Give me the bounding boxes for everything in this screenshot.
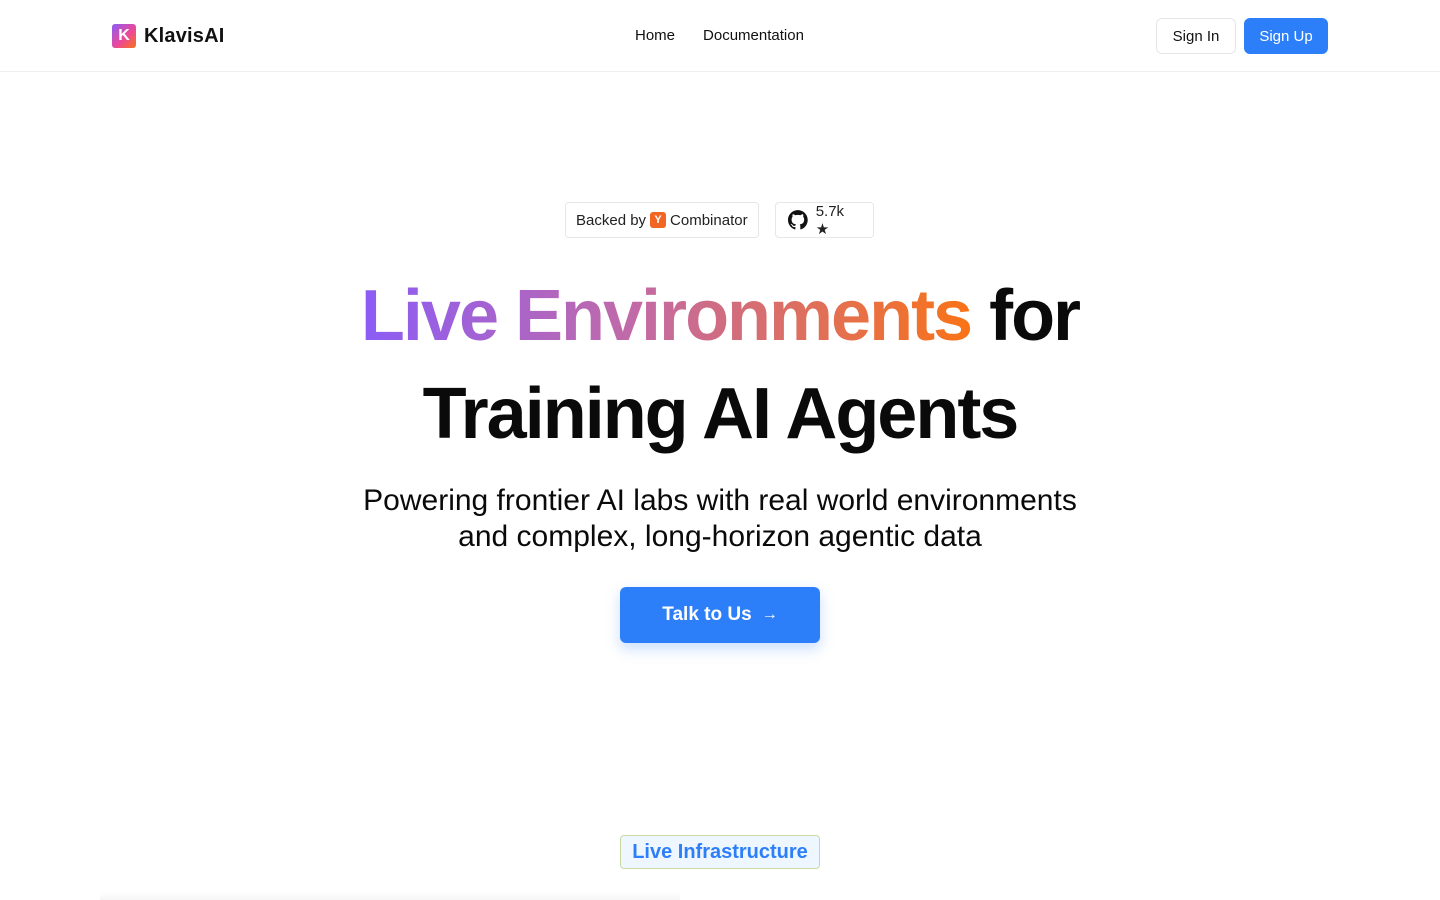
hero-subtitle: Powering frontier AI labs with real worl… xyxy=(0,483,1440,555)
nav-documentation-link[interactable]: Documentation xyxy=(703,27,804,44)
logo-icon: K xyxy=(112,24,136,48)
github-stars-badge[interactable]: 5.7k ★ xyxy=(775,202,874,238)
github-icon xyxy=(788,210,808,230)
y-combinator-icon: Y xyxy=(650,212,667,228)
backed-by-text: Backed by xyxy=(576,211,647,229)
sign-up-button[interactable]: Sign Up xyxy=(1244,18,1328,54)
site-header: K KlavisAI Home Documentation Sign In Si… xyxy=(0,0,1440,72)
talk-to-us-label: Talk to Us xyxy=(662,604,752,625)
hero-title-line-2: Training AI Agents xyxy=(422,374,1020,454)
hero-title-gradient: Live Environments xyxy=(360,276,973,356)
live-infrastructure-tag: Live Infrastructure xyxy=(620,835,820,869)
section-divider xyxy=(100,892,680,900)
github-stars-count: 5.7k ★ xyxy=(815,202,845,238)
arrow-right-icon: → xyxy=(761,606,778,623)
hero-subtitle-line-2: and complex, long-horizon agentic data xyxy=(458,520,982,553)
brand-name: KlavisAI xyxy=(144,24,225,47)
hero-title-line-1: Live Environments for xyxy=(0,272,1440,360)
sign-in-button[interactable]: Sign In xyxy=(1156,18,1236,54)
main-nav: Home Documentation xyxy=(635,27,804,44)
yc-backed-badge[interactable]: Backed by Y Combinator xyxy=(565,202,759,238)
hero-subtitle-line-1: Powering frontier AI labs with real worl… xyxy=(363,484,1077,517)
talk-to-us-button[interactable]: Talk to Us → xyxy=(620,587,820,643)
logo[interactable]: K KlavisAI xyxy=(112,24,225,48)
combinator-text: Combinator xyxy=(670,211,748,229)
hero-title-rest: for xyxy=(971,276,1081,356)
nav-home-link[interactable]: Home xyxy=(635,27,675,44)
